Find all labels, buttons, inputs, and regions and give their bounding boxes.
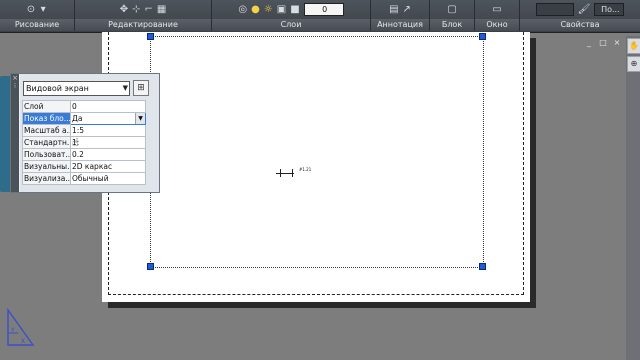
property-value-dropdown[interactable]: Да ▼ bbox=[70, 112, 146, 125]
leader-icon[interactable]: ↗ bbox=[403, 4, 411, 15]
panel-title-properties[interactable]: Свойства bbox=[520, 19, 640, 31]
viewport-frame[interactable] bbox=[150, 36, 484, 268]
navigation-bar: ✋ ⊕ bbox=[626, 36, 640, 360]
chevron-down-icon[interactable]: ▼ bbox=[135, 113, 145, 124]
crosshair-tick-b bbox=[292, 169, 293, 177]
lightbulb-icon[interactable]: ● bbox=[251, 4, 260, 15]
table-row[interactable]: Слой 0 bbox=[22, 100, 146, 113]
properties-table: Слой 0 Показ бло... Да ▼ Масштаб а... 1:5… bbox=[22, 100, 146, 185]
dropdown-icon[interactable]: ▾ bbox=[39, 4, 47, 15]
minimize-button[interactable]: _ bbox=[584, 38, 594, 47]
grip-bottom-right[interactable] bbox=[479, 263, 486, 270]
panel-title-modify[interactable]: Редактирование bbox=[75, 19, 211, 31]
ribbon: ⊙ ▾ Рисование ✥ ⊹ ⌐ ▦ Редактирование ◎ ● … bbox=[0, 0, 640, 33]
property-value[interactable]: 0.2 bbox=[70, 148, 146, 161]
crosshair-tick-a bbox=[280, 169, 281, 177]
property-value[interactable]: 1:5 bbox=[70, 124, 146, 137]
color-icon[interactable]: ■ bbox=[290, 4, 299, 15]
ucs-icon: Y X bbox=[7, 308, 35, 346]
palette-edge bbox=[0, 76, 10, 192]
trim-icon[interactable]: ⊹ bbox=[132, 4, 140, 15]
property-name: Визуализа... bbox=[22, 172, 71, 185]
layer-state-icon[interactable]: ◎ bbox=[238, 4, 247, 15]
table-row[interactable]: Масштаб а... 1:5 bbox=[22, 124, 146, 137]
panel-draw: ⊙ ▾ Рисование bbox=[0, 0, 75, 31]
chevron-down-icon: ▼ bbox=[122, 84, 128, 92]
sun-icon[interactable]: ☼ bbox=[264, 4, 273, 15]
linetype-combo[interactable] bbox=[535, 3, 574, 16]
mouse-pointer-icon: ☝ bbox=[72, 136, 79, 149]
layer-combo[interactable]: 0 bbox=[303, 3, 344, 16]
panel-layers: ◎ ● ☼ ▣ ■ 0 Слои bbox=[212, 0, 371, 31]
panel-title-block[interactable]: Блок bbox=[430, 19, 474, 31]
match-properties-icon[interactable]: 🖌 bbox=[578, 4, 591, 15]
restore-button[interactable]: □ bbox=[598, 38, 608, 47]
table-row[interactable]: Стандартн... 1: bbox=[22, 136, 146, 149]
table-icon[interactable]: ▤ bbox=[389, 4, 398, 15]
panel-title-annotation[interactable]: Аннотация bbox=[371, 19, 429, 31]
panel-title-draw[interactable]: Рисование bbox=[0, 19, 74, 31]
grip-top-left[interactable] bbox=[147, 33, 154, 40]
fillet-icon[interactable]: ⌐ bbox=[144, 4, 152, 15]
property-name: Масштаб а... bbox=[22, 124, 71, 137]
object-type-value: Видовой экран bbox=[26, 84, 89, 93]
property-value[interactable]: 0 bbox=[70, 100, 146, 113]
palette-options-icon[interactable]: ⁝ bbox=[11, 82, 19, 90]
property-value[interactable]: 2D каркас bbox=[70, 160, 146, 173]
zoom-icon[interactable]: ⊕ bbox=[627, 56, 640, 72]
palette-close-icon[interactable]: × bbox=[11, 74, 19, 82]
lock-icon[interactable]: ▣ bbox=[277, 4, 286, 15]
window-icon[interactable]: ▭ bbox=[492, 4, 501, 15]
object-type-select[interactable]: Видовой экран ▼ bbox=[23, 81, 130, 96]
properties-combo[interactable]: По... bbox=[594, 3, 625, 16]
palette-content: Видовой экран ▼ ⊞ Слой 0 Показ бло... Да… bbox=[20, 74, 159, 192]
property-name: Пользоват... bbox=[22, 148, 71, 161]
grip-top-right[interactable] bbox=[479, 33, 486, 40]
quick-select-icon[interactable]: ⊞ bbox=[133, 80, 149, 96]
table-row[interactable]: Визуальны... 2D каркас bbox=[22, 160, 146, 173]
property-name: Слой bbox=[22, 100, 71, 113]
svg-text:X: X bbox=[21, 338, 25, 345]
property-name: Визуальны... bbox=[22, 160, 71, 173]
panel-properties: 🖌 По... Свойства bbox=[520, 0, 640, 31]
insert-block-icon[interactable]: ▢ bbox=[447, 4, 456, 15]
circle-icon[interactable]: ⊙ bbox=[27, 4, 35, 15]
close-button[interactable]: × bbox=[612, 38, 622, 47]
panel-modify: ✥ ⊹ ⌐ ▦ Редактирование bbox=[75, 0, 212, 31]
move-icon[interactable]: ✥ bbox=[120, 4, 128, 15]
palette-body: × ⁝ Видовой экран ▼ ⊞ Слой 0 Показ бло..… bbox=[10, 73, 160, 193]
table-row-selected[interactable]: Показ бло... Да ▼ bbox=[22, 112, 146, 125]
document-window-controls: _ □ × bbox=[584, 38, 622, 47]
table-row[interactable]: Пользоват... 0.2 bbox=[22, 148, 146, 161]
pan-icon[interactable]: ✋ bbox=[627, 38, 640, 54]
property-value[interactable]: 1: bbox=[70, 136, 146, 149]
property-value[interactable]: Обычный bbox=[70, 172, 146, 185]
panel-block: ▢ Блок bbox=[430, 0, 475, 31]
grip-bottom-left[interactable] bbox=[147, 263, 154, 270]
panel-window: ▭ Окно bbox=[475, 0, 520, 31]
property-name: Показ бло... bbox=[22, 112, 71, 125]
array-icon[interactable]: ▦ bbox=[157, 4, 166, 15]
panel-title-window[interactable]: Окно bbox=[475, 19, 519, 31]
layout-paper: #1.21 bbox=[102, 32, 530, 302]
palette-titlebar[interactable]: × ⁝ bbox=[11, 74, 19, 192]
cursor-tag: #1.21 bbox=[299, 167, 312, 172]
panel-annotation: ▤ ↗ Аннотация bbox=[371, 0, 430, 31]
svg-text:Y: Y bbox=[10, 327, 15, 334]
property-value: Да bbox=[72, 114, 83, 123]
panel-title-layers[interactable]: Слои bbox=[212, 19, 370, 31]
table-row[interactable]: Визуализа... Обычный bbox=[22, 172, 146, 185]
quick-properties-palette: × ⁝ Видовой экран ▼ ⊞ Слой 0 Показ бло..… bbox=[0, 73, 160, 193]
property-name: Стандартн... bbox=[22, 136, 71, 149]
